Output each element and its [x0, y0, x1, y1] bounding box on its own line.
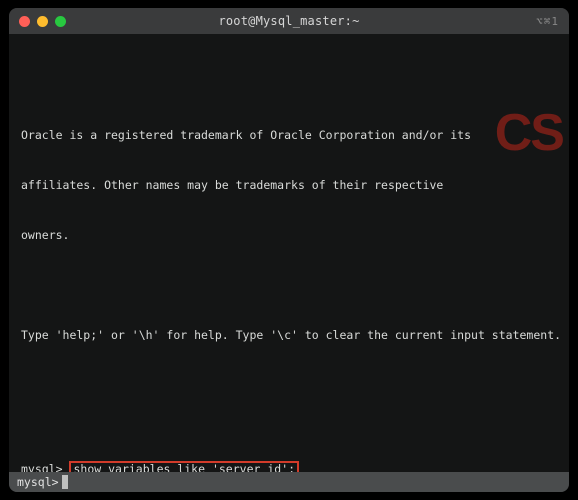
terminal-body[interactable]: CS Oracle is a registered trademark of O… [9, 34, 569, 472]
terminal-output: Oracle is a registered trademark of Orac… [21, 94, 557, 472]
minimize-icon[interactable] [37, 16, 48, 27]
blank-line [21, 377, 557, 394]
sql-command: show variables like 'server_id'; [69, 461, 299, 472]
intro-line: Oracle is a registered trademark of Orac… [21, 127, 557, 144]
terminal-window: root@Mysql_master:~ ⌥⌘1 CS Oracle is a r… [9, 8, 569, 492]
input-prompt: mysql> [17, 475, 59, 489]
intro-line: affiliates. Other names may be trademark… [21, 177, 557, 194]
titlebar[interactable]: root@Mysql_master:~ ⌥⌘1 [9, 8, 569, 34]
window-controls [19, 16, 66, 27]
mysql-prompt: mysql> [21, 462, 63, 472]
prompt-line: mysql> show variables like 'server_id'; [21, 461, 557, 472]
close-icon[interactable] [19, 16, 30, 27]
help-line: Type 'help;' or '\h' for help. Type '\c'… [21, 327, 557, 344]
intro-line: owners. [21, 227, 557, 244]
maximize-icon[interactable] [55, 16, 66, 27]
blank-line [21, 277, 557, 294]
window-title: root@Mysql_master:~ [9, 14, 569, 28]
cursor-icon [62, 475, 68, 489]
input-bar[interactable]: mysql> [9, 472, 569, 492]
pane-indicator: ⌥⌘1 [536, 15, 559, 28]
